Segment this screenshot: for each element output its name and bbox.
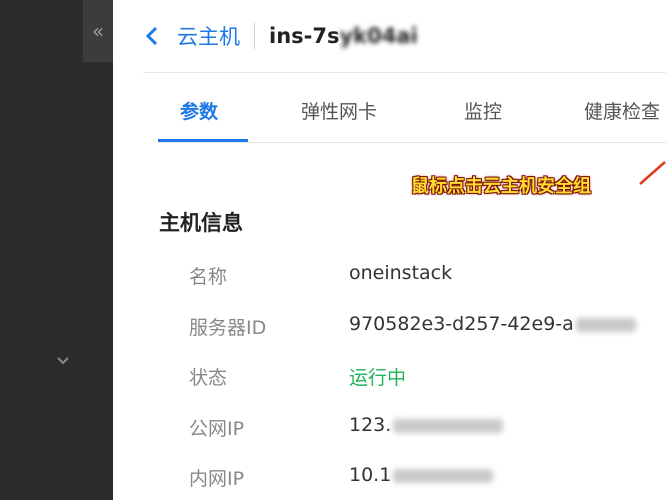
- info-label: 服务器ID: [189, 317, 267, 339]
- server-id-text: 970582e3-d257-42e9-a: [349, 313, 574, 335]
- info-label: 状态: [189, 367, 228, 389]
- tab-health-check[interactable]: 健康检查: [584, 84, 660, 140]
- page-title: ins-7syk04ai: [269, 24, 418, 48]
- tabs-divider: [158, 142, 666, 143]
- info-label: 内网IP: [189, 468, 245, 490]
- breadcrumb-cvm-link[interactable]: 云主机: [177, 21, 240, 51]
- tab-eni[interactable]: 弹性网卡: [301, 84, 377, 140]
- breadcrumb-separator: [254, 23, 255, 49]
- info-label: 公网IP: [189, 418, 245, 440]
- info-value-private-ip: 10.1: [349, 464, 494, 486]
- page-header: 云主机 ins-7syk04ai: [143, 14, 418, 58]
- status-badge: 运行中: [349, 367, 407, 389]
- tab-monitor[interactable]: 监控: [464, 84, 502, 140]
- masked-text: [575, 317, 636, 332]
- header-divider: [143, 72, 666, 73]
- info-value-server-id: 970582e3-d257-42e9-a: [349, 313, 636, 335]
- info-value-name: oneinstack: [349, 262, 453, 284]
- chevron-down-icon[interactable]: [54, 352, 72, 370]
- sidebar-collapse-button[interactable]: «: [83, 0, 113, 62]
- private-ip-text: 10.1: [349, 464, 392, 486]
- annotation-text: 鼠标点击云主机安全组: [411, 176, 591, 197]
- section-title-host-info: 主机信息: [159, 211, 243, 235]
- double-chevron-left-icon: «: [91, 19, 105, 43]
- chevron-left-icon[interactable]: [143, 24, 163, 48]
- public-ip-text: 123.: [349, 414, 392, 436]
- info-label: 名称: [189, 266, 228, 288]
- tab-params[interactable]: 参数: [180, 84, 218, 140]
- info-value-public-ip: 123.: [349, 414, 504, 436]
- instance-id-prefix: ins-7s: [269, 24, 340, 48]
- instance-id-masked: yk04ai: [339, 24, 418, 48]
- masked-text: [393, 418, 504, 433]
- annotation-arrow-icon: [639, 161, 666, 185]
- masked-text: [393, 468, 494, 483]
- main-panel: 云主机 ins-7syk04ai 参数 弹性网卡 监控 健康检查 鼠标点击云主机…: [113, 0, 666, 500]
- sidebar: «: [0, 0, 113, 500]
